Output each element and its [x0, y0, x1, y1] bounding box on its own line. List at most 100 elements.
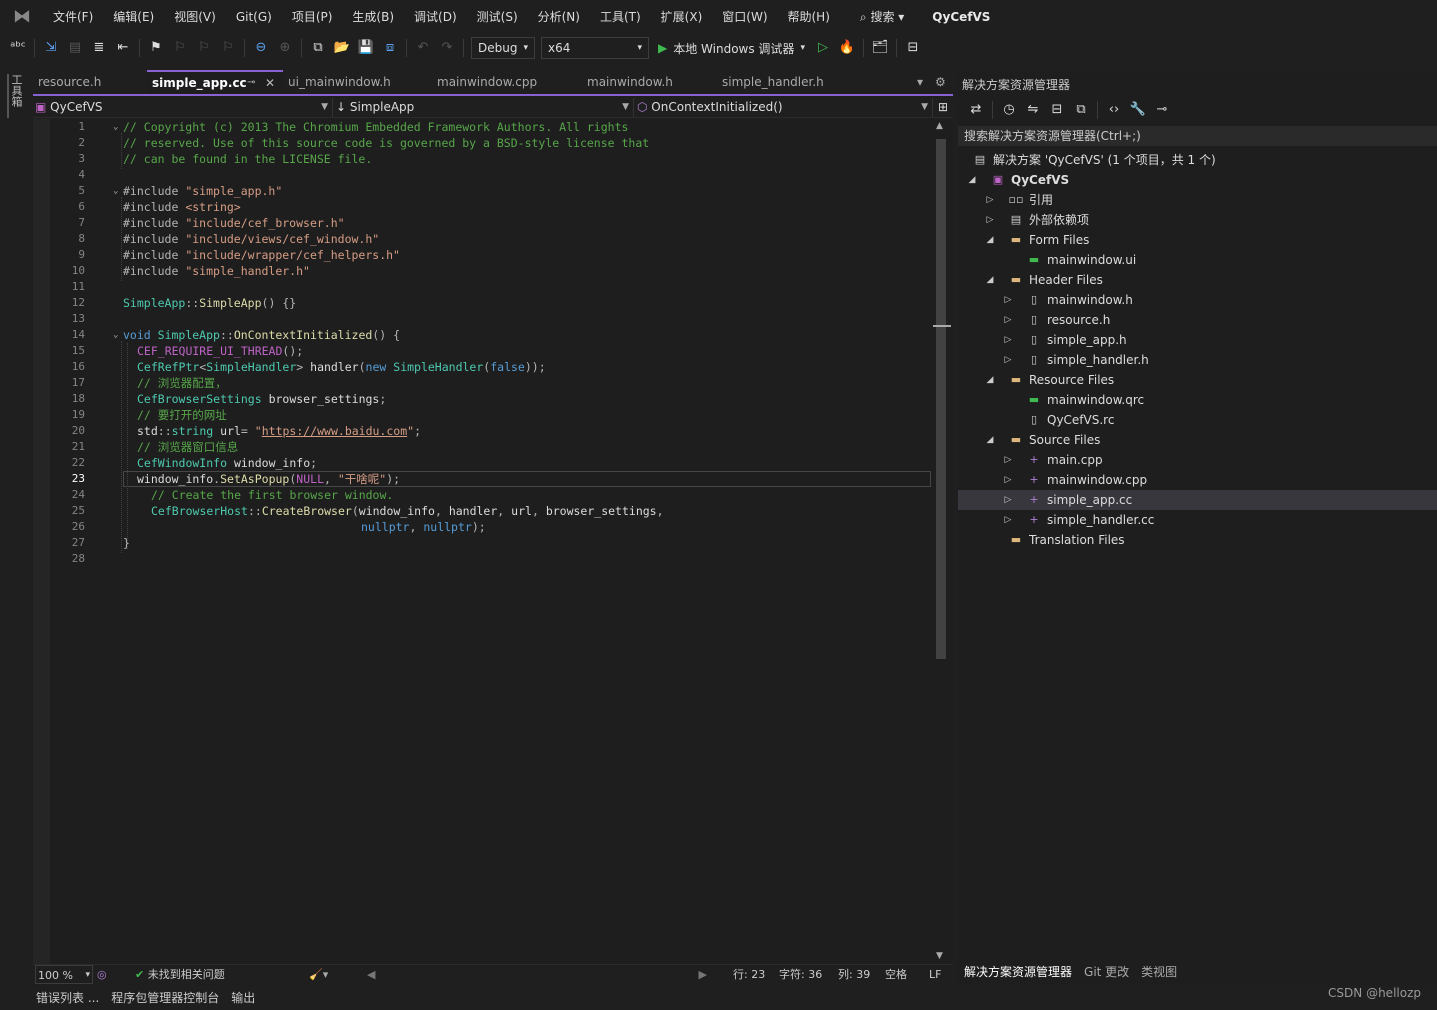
tab-ui-mainwindow-h[interactable]: ui_mainwindow.h: [283, 70, 431, 94]
bookmark-icon[interactable]: ⚑: [146, 38, 166, 58]
new-project-icon[interactable]: ⧉: [308, 38, 328, 58]
tree-item[interactable]: ▷ ▤ 外部依赖项: [958, 210, 1437, 230]
collapse-all-icon[interactable]: ⊟: [1047, 100, 1067, 120]
solution-explorer-icon[interactable]: 🗂: [870, 38, 890, 58]
indent-icon[interactable]: ≣: [89, 38, 109, 58]
tab-git-changes[interactable]: Git 更改: [1078, 963, 1135, 983]
tree-item[interactable]: ◢ ▬ Source Files: [958, 430, 1437, 450]
fold-toggle-icon[interactable]: ⌄: [113, 327, 118, 343]
collapsed-arrow-icon[interactable]: ▷: [1002, 490, 1014, 510]
menu-project[interactable]: 项目(P): [282, 0, 343, 34]
navigate-forward-icon[interactable]: ⊕: [275, 38, 295, 58]
save-all-icon[interactable]: ⧈: [380, 38, 400, 58]
horizontal-scrollbar[interactable]: ◀ ▶: [367, 965, 707, 984]
menu-window[interactable]: 窗口(W): [712, 0, 777, 34]
project-dropdown[interactable]: ▣ QyCefVS ▼: [35, 98, 333, 117]
collapsed-arrow-icon[interactable]: ▷: [1002, 330, 1014, 350]
split-editor-icon[interactable]: ⊞: [935, 98, 951, 117]
breakpoint-gutter[interactable]: [33, 119, 50, 965]
tree-item[interactable]: ▷ ▯ mainwindow.h: [958, 290, 1437, 310]
hot-reload-icon[interactable]: 🔥: [837, 38, 857, 58]
member-dropdown[interactable]: ⬡ OnContextInitialized() ▼: [637, 98, 933, 117]
preview-icon[interactable]: ⊸: [1152, 100, 1172, 120]
eol-indicator[interactable]: LF: [929, 965, 941, 984]
tree-item[interactable]: ▷ + main.cpp: [958, 450, 1437, 470]
tree-item[interactable]: ▬ Translation Files: [958, 530, 1437, 550]
tree-item[interactable]: ▷ + simple_app.cc: [958, 490, 1437, 510]
clear-bookmarks-icon[interactable]: ⚐: [218, 38, 238, 58]
close-icon[interactable]: ✕: [265, 72, 275, 94]
navigate-back-icon[interactable]: ⊖: [251, 38, 271, 58]
tab-package-manager-console[interactable]: 程序包管理器控制台: [105, 988, 225, 1008]
tab-class-view[interactable]: 类视图: [1135, 963, 1183, 983]
expanded-arrow-icon[interactable]: ◢: [966, 170, 978, 190]
open-folder-icon[interactable]: 📂: [332, 38, 352, 58]
expanded-arrow-icon[interactable]: ◢: [984, 230, 996, 250]
layout-icon[interactable]: ⊟: [903, 38, 923, 58]
tree-solution[interactable]: ▤ 解决方案 'QyCefVS' (1 个项目，共 1 个): [958, 150, 1437, 170]
tree-item[interactable]: ◢ ▬ Form Files: [958, 230, 1437, 250]
line-indicator[interactable]: 行: 23: [733, 965, 765, 984]
toolbox-tab[interactable]: 工具箱: [7, 74, 24, 118]
collapsed-arrow-icon[interactable]: ▷: [984, 210, 996, 230]
pending-changes-filter-icon[interactable]: ◷: [999, 100, 1019, 120]
prev-bookmark-icon[interactable]: ⚐: [170, 38, 190, 58]
indent-indicator[interactable]: 空格: [885, 965, 907, 984]
tree-item[interactable]: ▷ ▯ simple_app.h: [958, 330, 1437, 350]
menu-edit[interactable]: 编辑(E): [103, 0, 164, 34]
tree-item[interactable]: ◢ ▬ Header Files: [958, 270, 1437, 290]
menu-extensions[interactable]: 扩展(X): [651, 0, 713, 34]
tab-simple-handler-h[interactable]: simple_handler.h: [717, 70, 865, 94]
outdent-icon[interactable]: ⇤: [113, 38, 133, 58]
visual-studio-logo-icon[interactable]: ⧓: [11, 6, 33, 28]
copilot-icon[interactable]: ◎: [97, 965, 107, 984]
menu-view[interactable]: 视图(V): [164, 0, 226, 34]
collapsed-arrow-icon[interactable]: ▷: [1002, 290, 1014, 310]
expanded-arrow-icon[interactable]: ◢: [984, 270, 996, 290]
issues-indicator[interactable]: ✔ 未找到相关问题: [135, 965, 225, 984]
menu-tools[interactable]: 工具(T): [590, 0, 651, 34]
gear-icon[interactable]: ⚙: [935, 70, 949, 94]
sync-icon[interactable]: ⇋: [1023, 100, 1043, 120]
switch-views-icon[interactable]: ⇄: [966, 100, 986, 120]
pin-icon[interactable]: ⊸: [247, 72, 255, 94]
collapsed-arrow-icon[interactable]: ▷: [1002, 350, 1014, 370]
tab-mainwindow-h[interactable]: mainwindow.h: [582, 70, 716, 94]
zoom-select[interactable]: 100 % ▾: [35, 965, 93, 984]
menu-debug[interactable]: 调试(D): [404, 0, 467, 34]
tab-resource-h[interactable]: resource.h: [33, 70, 145, 94]
solution-search-input[interactable]: 搜索解决方案资源管理器(Ctrl+;): [958, 126, 1437, 146]
comment-out-icon[interactable]: ⇲: [41, 38, 61, 58]
vertical-scrollbar[interactable]: ▲ ▼: [933, 119, 951, 965]
search-menu[interactable]: ⌕ 搜索 ▾: [850, 0, 914, 34]
tree-item[interactable]: ◢ ▬ Resource Files: [958, 370, 1437, 390]
configuration-select[interactable]: Debug ▾: [471, 37, 535, 59]
scrollbar-thumb[interactable]: [936, 139, 946, 659]
code-area[interactable]: 1 2 3 4 5 6 7 8 9 10 11 12 13 14 15 16 1…: [33, 119, 933, 965]
undo-icon[interactable]: ↶: [413, 38, 433, 58]
fold-toggle-icon[interactable]: ⌄: [113, 119, 118, 135]
tree-item[interactable]: ▷ + mainwindow.cpp: [958, 470, 1437, 490]
view-code-icon[interactable]: ‹›: [1104, 100, 1124, 120]
tree-item[interactable]: ▬ mainwindow.ui: [958, 250, 1437, 270]
expanded-arrow-icon[interactable]: ◢: [984, 430, 996, 450]
menu-help[interactable]: 帮助(H): [778, 0, 840, 34]
uncomment-icon[interactable]: ▤: [65, 38, 85, 58]
tree-item[interactable]: ▬ mainwindow.qrc: [958, 390, 1437, 410]
next-bookmark-icon[interactable]: ⚐: [194, 38, 214, 58]
tab-mainwindow-cpp[interactable]: mainwindow.cpp: [432, 70, 582, 94]
tree-item[interactable]: ▷ ▯ resource.h: [958, 310, 1437, 330]
collapsed-arrow-icon[interactable]: ▷: [984, 190, 996, 210]
redo-icon[interactable]: ↷: [437, 38, 457, 58]
scope-dropdown[interactable]: ↓ SimpleApp ▼: [336, 98, 634, 117]
collapsed-arrow-icon[interactable]: ▷: [1002, 450, 1014, 470]
tree-item[interactable]: ▷ + simple_handler.cc: [958, 510, 1437, 530]
char-indicator[interactable]: 字符: 36: [779, 965, 822, 984]
scroll-up-icon[interactable]: ▲: [936, 121, 943, 131]
menu-analyze[interactable]: 分析(N): [528, 0, 590, 34]
tree-item[interactable]: ▷ ▯ simple_handler.h: [958, 350, 1437, 370]
code-cleanup-icon[interactable]: 🧹▾: [309, 965, 328, 984]
tab-solution-explorer[interactable]: 解决方案资源管理器: [958, 963, 1078, 983]
collapsed-arrow-icon[interactable]: ▷: [1002, 510, 1014, 530]
tab-output[interactable]: 输出: [225, 988, 261, 1008]
